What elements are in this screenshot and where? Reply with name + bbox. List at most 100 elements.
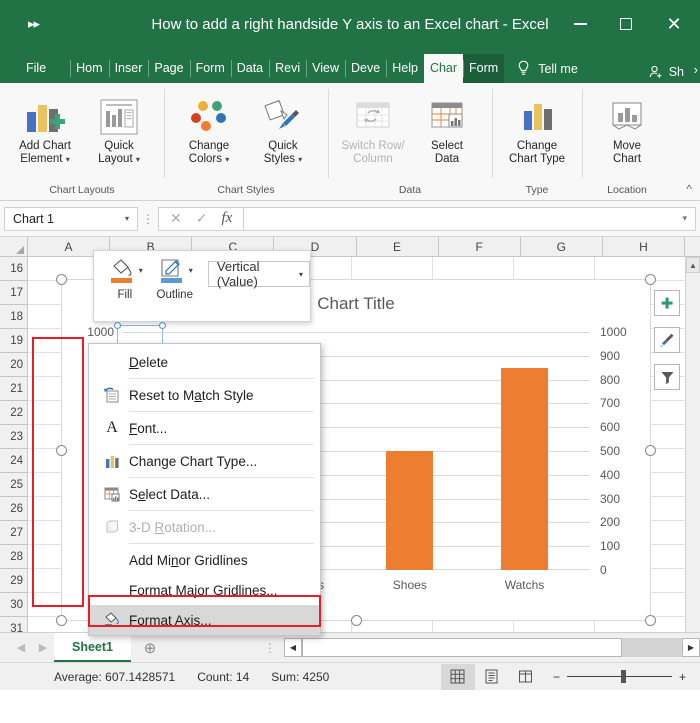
column-header-H[interactable]: H (602, 237, 685, 256)
prev-sheet-icon[interactable]: ◀ (10, 641, 32, 654)
row-header-17[interactable]: 17 (0, 281, 27, 305)
name-box[interactable]: Chart 1 ▾ (4, 206, 138, 231)
outline-button[interactable]: ▾ Outline (148, 257, 202, 301)
zoom-in-button[interactable]: + (679, 670, 686, 684)
menu-item-format-axis[interactable]: Format Axis... (89, 605, 320, 635)
formula-input[interactable]: ▾ (244, 206, 696, 231)
quick-layout-button[interactable]: Quick Layout ▾ (82, 88, 156, 166)
tab-help[interactable]: Help (386, 54, 424, 83)
row-header-19[interactable]: 19 (0, 329, 27, 353)
mini-toolbar[interactable]: ▾ Fill ▾ Outline Vertical (Value) ▾ (93, 250, 311, 322)
tab-file[interactable]: File (12, 54, 60, 83)
change-colors-button[interactable]: Change Colors ▾ (172, 88, 246, 166)
tab-format[interactable]: Form (463, 54, 505, 83)
chevron-down-icon[interactable]: ▾ (136, 155, 140, 164)
menu-item-add-minor-gridlines[interactable]: Add Minor Gridlines (89, 545, 320, 575)
chevron-down-icon[interactable]: ▾ (125, 214, 129, 223)
chart-resize-handle-nw[interactable] (56, 274, 67, 285)
select-all-corner[interactable] (0, 237, 28, 256)
tab-insert[interactable]: Inser (108, 54, 149, 83)
row-header-20[interactable]: 20 (0, 353, 27, 377)
row-header-23[interactable]: 23 (0, 425, 27, 449)
share-button[interactable]: Sh (648, 64, 684, 80)
row-header-21[interactable]: 21 (0, 377, 27, 401)
chart-resize-handle-ne[interactable] (645, 274, 656, 285)
chart-filters-button[interactable] (654, 364, 680, 390)
status-average[interactable]: Average: 607.1428571 (54, 670, 175, 684)
status-count[interactable]: Count: 14 (197, 670, 249, 684)
chart-resize-handle-w[interactable] (56, 445, 67, 456)
page-break-view-button[interactable] (509, 664, 543, 690)
enter-icon[interactable]: ✓ (196, 210, 208, 227)
chart-styles-button[interactable] (654, 327, 680, 353)
chevron-right-icon[interactable]: › (694, 62, 698, 77)
chart-elements-button[interactable] (654, 290, 680, 316)
insert-function-icon[interactable]: fx (221, 210, 232, 227)
restore-button[interactable] (603, 0, 648, 48)
normal-view-button[interactable] (440, 663, 475, 690)
minimize-button[interactable] (558, 0, 603, 48)
chevron-down-icon[interactable]: ▾ (225, 155, 229, 164)
row-header-24[interactable]: 24 (0, 449, 27, 473)
fill-button[interactable]: ▾ Fill (102, 257, 148, 301)
quick-styles-button[interactable]: Quick Styles ▾ (246, 88, 320, 166)
column-header-F[interactable]: F (438, 237, 521, 256)
zoom-slider-thumb[interactable] (620, 669, 626, 683)
cancel-icon[interactable]: ✕ (170, 210, 182, 227)
horizontal-scrollbar[interactable]: ⋮ ◀ ▶ (169, 638, 700, 657)
tab-data[interactable]: Data (230, 54, 269, 83)
tab-review[interactable]: Revi (269, 54, 306, 83)
row-header-30[interactable]: 30 (0, 593, 27, 617)
scroll-left-icon[interactable]: ◀ (284, 638, 302, 657)
chevron-down-icon[interactable]: ▾ (299, 270, 303, 279)
menu-item-font[interactable]: A Font... (89, 413, 320, 443)
tab-chart-design[interactable]: Char (423, 54, 464, 83)
select-data-button[interactable]: Select Data (410, 88, 484, 166)
page-layout-view-button[interactable] (475, 664, 509, 690)
chevron-down-icon[interactable]: ▾ (682, 213, 687, 224)
chevron-down-icon[interactable]: ▾ (298, 155, 302, 164)
tab-formulas[interactable]: Form (189, 54, 231, 83)
scroll-up-icon[interactable]: ▲ (686, 257, 700, 273)
menu-item-select-data[interactable]: Select Data... (89, 479, 320, 509)
row-header-28[interactable]: 28 (0, 545, 27, 569)
chart-resize-handle-e[interactable] (645, 445, 656, 456)
zoom-out-button[interactable]: − (553, 670, 560, 684)
row-header-22[interactable]: 22 (0, 401, 27, 425)
menu-item-reset-to-match-style[interactable]: Reset to Match Style (89, 380, 320, 410)
vertical-scrollbar[interactable]: ▲ (685, 257, 700, 632)
collapse-ribbon-icon[interactable]: ^ (686, 182, 692, 196)
axis-context-menu[interactable]: Delete Reset to Match Style A Font... Ch… (88, 343, 321, 636)
zoom-slider-track[interactable] (566, 669, 672, 683)
chart-resize-handle-sw[interactable] (56, 615, 67, 626)
hscroll-track[interactable] (302, 638, 622, 657)
tab-view[interactable]: View (306, 54, 345, 83)
row-header-26[interactable]: 26 (0, 497, 27, 521)
menu-item-format-major-gridlines[interactable]: Format Major Gridlines... (89, 575, 320, 605)
chart-resize-handle-s[interactable] (351, 615, 362, 626)
row-header-31[interactable]: 31 (0, 617, 27, 633)
next-sheet-icon[interactable]: ▶ (32, 641, 54, 654)
row-header-25[interactable]: 25 (0, 473, 27, 497)
row-header-18[interactable]: 18 (0, 305, 27, 329)
row-header-16[interactable]: 16 (0, 257, 27, 281)
close-button[interactable]: ✕ (648, 0, 700, 48)
chart-resize-handle-se[interactable] (645, 615, 656, 626)
zoom-control[interactable]: − + (543, 670, 700, 684)
scroll-right-icon[interactable]: ▶ (682, 638, 700, 657)
chart-element-selector[interactable]: Vertical (Value) ▾ (207, 259, 310, 289)
menu-item-delete[interactable]: Delete (89, 347, 320, 377)
add-chart-element-button[interactable]: Add Chart Element ▾ (8, 88, 82, 166)
menu-item-change-chart-type[interactable]: Change Chart Type... (89, 446, 320, 476)
row-header-27[interactable]: 27 (0, 521, 27, 545)
tell-me-box[interactable]: Tell me (504, 54, 578, 83)
column-header-G[interactable]: G (520, 237, 603, 256)
move-chart-button[interactable]: Move Chart (590, 88, 664, 166)
chevron-down-icon[interactable]: ▾ (66, 155, 70, 164)
tab-developer[interactable]: Deve (345, 54, 386, 83)
status-sum[interactable]: Sum: 4250 (271, 670, 329, 684)
change-chart-type-button[interactable]: Change Chart Type (500, 88, 574, 166)
hscroll-thumb[interactable] (303, 639, 559, 656)
tab-home[interactable]: Hom (70, 54, 108, 83)
tab-page-layout[interactable]: Page (148, 54, 189, 83)
